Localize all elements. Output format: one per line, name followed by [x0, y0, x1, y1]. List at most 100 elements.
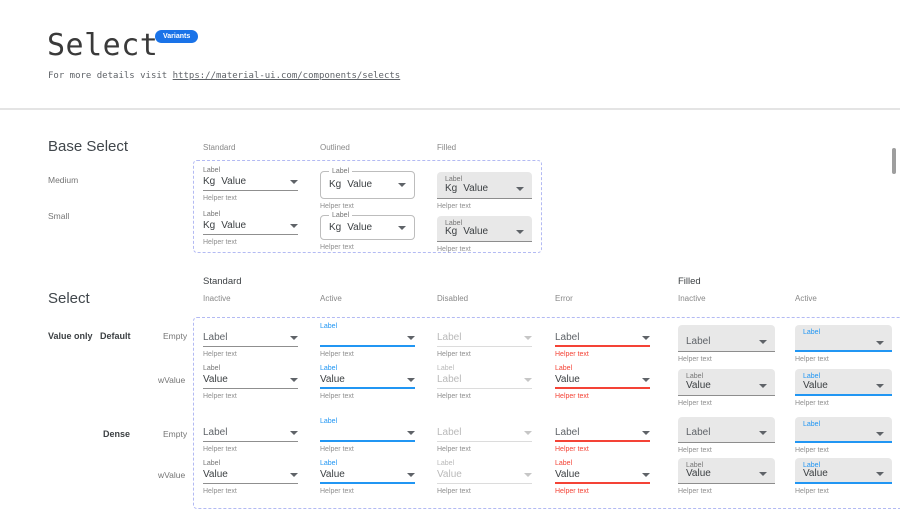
select-filled-dense-inactive-empty[interactable]: Label Helper text: [678, 417, 775, 455]
row-label-medium: Medium: [48, 175, 78, 185]
helper-text: Helper text: [320, 446, 415, 454]
floating-label: Label: [437, 364, 532, 373]
dropdown-arrow-icon: [759, 431, 767, 435]
row-label-dense: Dense: [103, 429, 130, 439]
field-value: Label: [437, 374, 461, 386]
field-value: Value: [221, 220, 246, 232]
select-active-empty[interactable]: Label Helper text: [320, 322, 415, 359]
select-dense-inactive-wvalue[interactable]: Label Value Helper text: [203, 459, 298, 496]
column-header-error: Error: [555, 294, 573, 304]
floating-label: [437, 417, 532, 426]
floating-label: Label: [203, 166, 298, 175]
select-error-wvalue[interactable]: Label Value Helper text: [555, 364, 650, 401]
filled-box: Label KgValue: [437, 216, 532, 242]
row-label-small: Small: [48, 211, 69, 221]
dropdown-arrow-icon: [642, 431, 650, 435]
field-value: Value: [555, 469, 580, 481]
field-placeholder: Label: [555, 427, 579, 439]
select-dense-inactive-empty[interactable]: Label Helper text: [203, 417, 298, 454]
helper-text: Helper text: [320, 488, 415, 496]
helper-text: Helper text: [203, 239, 298, 247]
field-value: Value: [686, 380, 711, 392]
select-dense-active-empty[interactable]: Label Helper text: [320, 417, 415, 454]
field-underline: [320, 440, 415, 442]
select-filled-dense-active-wvalue[interactable]: Label Value Helper text: [795, 458, 892, 496]
dropdown-arrow-icon: [398, 226, 406, 230]
floating-label: [686, 420, 767, 427]
floating-label: Label: [320, 364, 415, 373]
scrollbar-thumb[interactable]: [892, 148, 896, 174]
column-header-inactive: Inactive: [203, 294, 231, 304]
column-header-filled-inactive: Inactive: [678, 294, 706, 304]
floating-label: Label: [203, 210, 298, 219]
field-value: Value: [320, 374, 345, 386]
subtitle-text: For more details visit: [48, 71, 167, 81]
column-header-active: Active: [320, 294, 342, 304]
select-inactive-empty[interactable]: Label Helper text: [203, 322, 298, 359]
select-active-wvalue[interactable]: Label Value Helper text: [320, 364, 415, 401]
select-demo-container: [193, 317, 900, 509]
floating-label: [555, 417, 650, 426]
select-dense-error-wvalue[interactable]: Label Value Helper text: [555, 459, 650, 496]
base-select-filled-small[interactable]: Label KgValue Helper text: [437, 216, 532, 254]
field-underline: [203, 483, 298, 484]
field-underline: [555, 482, 650, 484]
select-inactive-wvalue[interactable]: Label Value Helper text: [203, 364, 298, 401]
base-select-standard-medium[interactable]: Label KgValue Helper text: [203, 166, 298, 203]
floating-label: Label: [803, 420, 884, 429]
floating-label: Label: [555, 364, 650, 373]
floating-label: Label: [555, 459, 650, 468]
select-dense-error-empty[interactable]: Label Helper text: [555, 417, 650, 454]
helper-text: Helper text: [678, 356, 775, 364]
helper-text: Helper text: [203, 351, 298, 359]
helper-text: Helper text: [795, 447, 892, 455]
row-label-empty-dense: Empty: [163, 429, 187, 439]
helper-text: Helper text: [203, 195, 298, 203]
base-select-standard-small[interactable]: Label KgValue Helper text: [203, 210, 298, 247]
select-filled-dense-inactive-wvalue[interactable]: Label Value Helper text: [678, 458, 775, 496]
field-underline: [437, 388, 532, 389]
field-underline: [203, 388, 298, 389]
select-filled-dense-active-empty[interactable]: Label Helper text: [795, 417, 892, 455]
material-ui-link[interactable]: https://material-ui.com/components/selec…: [173, 71, 401, 81]
outlined-box: Label KgValue: [320, 171, 415, 199]
select-error-empty[interactable]: Label Helper text: [555, 322, 650, 359]
select-filled-inactive-wvalue[interactable]: Label Value Helper text: [678, 369, 775, 408]
row-label-wvalue-default: wValue: [158, 375, 185, 385]
field-value: Value: [437, 469, 462, 481]
field-placeholder: Label: [437, 332, 461, 344]
dropdown-arrow-icon: [407, 473, 415, 477]
floating-label: Label: [437, 459, 532, 468]
select-filled-active-wvalue[interactable]: Label Value Helper text: [795, 369, 892, 408]
helper-text: Helper text: [437, 246, 532, 254]
helper-text: Helper text: [203, 446, 298, 454]
base-select-outlined-medium[interactable]: Label KgValue Helper text: [320, 171, 415, 211]
helper-text: Helper text: [437, 446, 532, 454]
field-placeholder: Label: [686, 336, 710, 348]
base-select-filled-medium[interactable]: Label KgValue Helper text: [437, 172, 532, 211]
floating-label: Label: [320, 417, 415, 426]
base-select-outlined-small[interactable]: Label KgValue Helper text: [320, 215, 415, 252]
dropdown-arrow-icon: [524, 473, 532, 477]
field-value: Value: [203, 469, 228, 481]
floating-label: [686, 328, 767, 336]
select-filled-inactive-empty[interactable]: Label Helper text: [678, 325, 775, 364]
field-placeholder: Label: [437, 427, 461, 439]
dropdown-arrow-icon: [642, 336, 650, 340]
helper-text: Helper text: [437, 351, 532, 359]
dropdown-arrow-icon: [407, 431, 415, 435]
helper-text: Helper text: [555, 393, 650, 401]
select-filled-active-empty[interactable]: Label Helper text: [795, 325, 892, 364]
floating-label: Label: [686, 372, 767, 380]
subtitle: For more details visit https://material-…: [48, 71, 400, 81]
select-dense-active-wvalue[interactable]: Label Value Helper text: [320, 459, 415, 496]
field-underline: [203, 234, 298, 235]
helper-text: Helper text: [678, 447, 775, 455]
field-value: Value: [555, 374, 580, 386]
field-value: Value: [803, 380, 828, 392]
field-value: Value: [203, 374, 228, 386]
floating-label: Label: [803, 461, 884, 468]
filled-box: Label Value: [678, 458, 775, 484]
dropdown-arrow-icon: [290, 224, 298, 228]
field-underline: [437, 483, 532, 484]
